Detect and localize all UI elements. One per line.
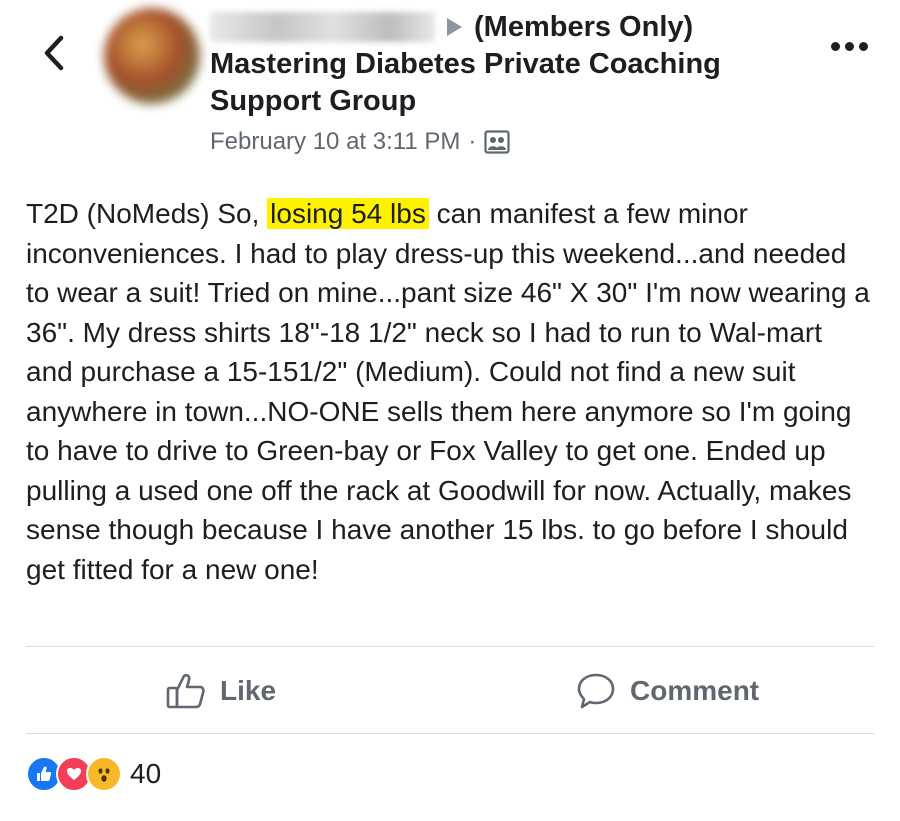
dot-icon xyxy=(845,42,854,51)
post-text-rest: can manifest a few minor inconveniences.… xyxy=(26,198,870,585)
author-name[interactable] xyxy=(210,12,435,42)
back-button[interactable] xyxy=(34,30,74,76)
wow-reaction-icon xyxy=(86,756,122,792)
like-button[interactable]: Like xyxy=(166,664,276,718)
post-body: T2D (NoMeds) So, losing 54 lbs can manif… xyxy=(26,194,876,589)
arrow-right-icon xyxy=(447,18,462,36)
group-name[interactable]: Mastering Diabetes Private Coaching Supp… xyxy=(210,46,830,120)
dot-icon xyxy=(859,42,868,51)
comment-label: Comment xyxy=(630,675,760,706)
post-text-start: T2D (NoMeds) So, xyxy=(26,198,268,229)
like-label: Like xyxy=(220,675,277,706)
chevron-left-icon xyxy=(44,35,64,71)
group-privacy-label: (Members Only) xyxy=(474,11,694,43)
reactions-summary[interactable]: 40 xyxy=(26,756,161,792)
post-timestamp[interactable]: February 10 at 3:11 PM xyxy=(210,128,460,156)
divider xyxy=(26,646,874,647)
highlighted-text: losing 54 lbs xyxy=(267,198,429,229)
comment-bubble-icon xyxy=(577,673,615,709)
reaction-count: 40 xyxy=(130,758,162,789)
post-header: (Members Only) Mastering Diabetes Privat… xyxy=(210,8,830,156)
thumbs-up-icon xyxy=(166,673,205,709)
group-audience-icon xyxy=(484,130,510,154)
comment-button[interactable]: Comment xyxy=(576,664,759,718)
more-options-button[interactable] xyxy=(831,42,868,51)
dot-icon xyxy=(831,42,840,51)
meta-separator: · xyxy=(468,128,477,155)
divider xyxy=(26,733,874,734)
avatar[interactable] xyxy=(104,8,200,104)
